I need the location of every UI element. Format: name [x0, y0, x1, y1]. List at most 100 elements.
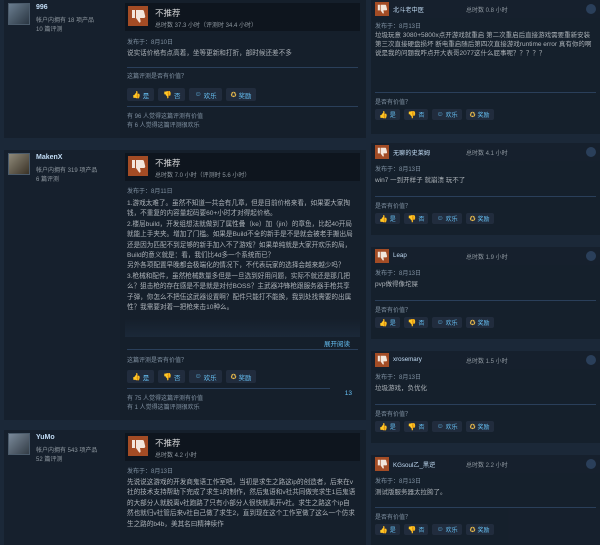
review-text: 垃圾玩意 3080+5800x点开游戏就重启 第二次重启后直接游戏需要重新安装 … — [375, 32, 592, 57]
award-icon: ✪ — [230, 373, 237, 381]
vote-yes-label: 是 — [389, 321, 396, 327]
vote-header[interactable]: 不推荐 总时数 7.0 小时（评测时 5.6 小时） — [125, 153, 360, 181]
vote-yes-button[interactable]: 👍 是 — [375, 109, 400, 120]
vote-no-button[interactable]: 👎 否 — [158, 88, 186, 101]
products-owned[interactable]: 帐户内拥有 319 项产品 — [36, 165, 97, 174]
vote-yes-label: 是 — [142, 374, 150, 382]
review-header[interactable]: 无聊的史莱姆 总时数 4.1 小时 — [371, 143, 600, 161]
vote-funny-label: 欢乐 — [203, 374, 217, 382]
award-button[interactable]: ✪ 奖励 — [225, 370, 257, 383]
steam-icon — [586, 355, 596, 365]
vote-yes-button[interactable]: 👍 是 — [127, 370, 155, 383]
thumbs-down-icon: 👎 — [407, 423, 417, 431]
posted-date: 发布于：8月13日 — [375, 479, 422, 485]
vote-buttons: 👍 是 👎 否 ☺ 欢乐 ✪ 奖励 — [375, 317, 494, 328]
products-owned[interactable]: 帐户内拥有 18 项产品 — [36, 15, 94, 24]
reviewer-panel: MakenX 帐户内拥有 319 项产品 6 篇评测 — [4, 150, 120, 420]
funny-stat: 有 1 人觉得这篇评测很欢乐 — [127, 405, 200, 411]
vote-no-button[interactable]: 👎 否 — [403, 317, 429, 328]
avatar[interactable] — [8, 3, 30, 25]
award-button[interactable]: ✪ 奖励 — [465, 213, 494, 224]
award-label: 奖励 — [477, 217, 490, 223]
vote-yes-button[interactable]: 👍 是 — [375, 317, 400, 328]
comment-count[interactable]: 13 — [345, 390, 352, 397]
vote-funny-button[interactable]: ☺ 欢乐 — [189, 370, 222, 383]
vote-funny-button[interactable]: ☺ 欢乐 — [432, 317, 462, 328]
vote-no-button[interactable]: 👎 否 — [403, 213, 429, 224]
divider — [375, 92, 596, 93]
review-header[interactable]: xrosemary 总时数 1.5 小时 — [371, 351, 600, 369]
vote-yes-button[interactable]: 👍 是 — [127, 88, 155, 101]
vote-funny-button[interactable]: ☺ 欢乐 — [432, 213, 462, 224]
award-label: 奖励 — [477, 528, 490, 534]
vote-buttons: 👍 是 👎 否 ☺ 欢乐 ✪ 奖励 — [375, 109, 494, 120]
review-card: KGsoul乙_黑逆 总时数 2.2 小时 发布于：8月13日 测试版服务器太拉… — [371, 455, 600, 545]
thumbs-up-icon: 👍 — [379, 526, 388, 534]
vote-yes-label: 是 — [142, 92, 150, 100]
reviewer-name[interactable]: MakenX — [36, 154, 62, 161]
reviewer-name[interactable]: 无聊的史莱姆 — [393, 148, 430, 157]
award-button[interactable]: ✪ 奖励 — [465, 421, 494, 432]
vote-no-button[interactable]: 👎 否 — [403, 109, 429, 120]
vote-funny-label: 欢乐 — [445, 528, 458, 534]
vote-funny-button[interactable]: ☺ 欢乐 — [432, 109, 462, 120]
award-button[interactable]: ✪ 奖励 — [465, 317, 494, 328]
vote-no-button[interactable]: 👎 否 — [403, 421, 429, 432]
vote-yes-button[interactable]: 👍 是 — [375, 213, 400, 224]
vote-no-button[interactable]: 👎 否 — [403, 524, 429, 535]
posted-date: 发布于：8月13日 — [375, 24, 422, 30]
vote-funny-button[interactable]: ☺ 欢乐 — [432, 524, 462, 535]
helpful-question: 这篇评测是否有价值？ — [127, 74, 188, 80]
award-button[interactable]: ✪ 奖励 — [225, 88, 257, 101]
review-content: 不推荐 总时数 4.2 小时 发布于：8月13日 先说说这游戏的开发商鬼语工作室… — [125, 430, 360, 545]
reviewer-name[interactable]: KGsoul乙_黑逆 — [393, 460, 435, 469]
thumbs-down-icon — [375, 457, 389, 471]
award-button[interactable]: ✪ 奖励 — [465, 109, 494, 120]
thumbs-down-icon: 👎 — [163, 373, 172, 381]
vote-no-button[interactable]: 👎 否 — [158, 370, 186, 383]
vote-yes-button[interactable]: 👍 是 — [375, 524, 400, 535]
thumbs-up-icon: 👍 — [379, 423, 388, 431]
vote-header[interactable]: 不推荐 总时数 4.2 小时 — [125, 433, 360, 461]
review-count[interactable]: 6 篇评测 — [36, 174, 59, 183]
review-card: Leap 总时数 1.9 小时 发布于：8月13日 pvp做得像坨屎 是否有价值… — [371, 247, 600, 339]
avatar[interactable] — [8, 433, 30, 455]
reviewer-panel: 996 帐户内拥有 18 项产品 10 篇评测 — [4, 0, 120, 138]
vote-header[interactable]: 不推荐 总时数 37.3 小时（评测时 34.4 小时） — [125, 3, 360, 31]
smile-icon: ☺ — [436, 111, 444, 118]
thumbs-down-icon — [375, 2, 389, 16]
review-header[interactable]: KGsoul乙_黑逆 总时数 2.2 小时 — [371, 455, 600, 473]
award-icon: ✪ — [469, 423, 476, 431]
posted-date: 发布于：8月10日 — [127, 40, 174, 46]
playtime: 总时数 2.2 小时 — [466, 463, 508, 469]
thumbs-down-icon — [375, 353, 389, 367]
thumbs-down-icon: 👎 — [407, 215, 417, 223]
reviewer-name[interactable]: Leap — [393, 252, 407, 259]
vote-no-label: 否 — [173, 92, 181, 100]
review-card: xrosemary 总时数 1.5 小时 发布于：8月13日 垃圾游戏，负优化 … — [371, 351, 600, 443]
vote-funny-button[interactable]: ☺ 欢乐 — [189, 88, 222, 101]
vote-buttons: 👍 是 👎 否 ☺ 欢乐 ✪ 奖励 — [127, 88, 257, 101]
reviewer-name[interactable]: 996 — [36, 4, 48, 11]
divider — [375, 196, 596, 197]
review-header[interactable]: 北斗老中医 总时数 0.8 小时 — [371, 0, 600, 18]
review-card: MakenX 帐户内拥有 319 项产品 6 篇评测 不推荐 总时数 7.0 小… — [4, 150, 366, 420]
reviewer-name[interactable]: YuMo — [36, 434, 55, 441]
vote-yes-button[interactable]: 👍 是 — [375, 421, 400, 432]
award-button[interactable]: ✪ 奖励 — [465, 524, 494, 535]
products-owned[interactable]: 帐户内拥有 543 项产品 — [36, 445, 97, 454]
playtime: 总时数 7.0 小时（评测时 5.6 小时） — [155, 173, 251, 179]
review-count[interactable]: 52 篇评测 — [36, 454, 62, 463]
vote-funny-label: 欢乐 — [445, 425, 458, 431]
avatar[interactable] — [8, 153, 30, 175]
thumbs-down-icon: 👎 — [407, 526, 417, 534]
review-header[interactable]: Leap 总时数 1.9 小时 — [371, 247, 600, 265]
review-count[interactable]: 10 篇评测 — [36, 24, 62, 33]
reviewer-name[interactable]: 北斗老中医 — [393, 5, 424, 14]
reviewer-name[interactable]: xrosemary — [393, 356, 422, 363]
expand-link[interactable]: 展开阅读 — [324, 338, 350, 348]
smile-icon: ☺ — [436, 423, 444, 430]
vote-funny-button[interactable]: ☺ 欢乐 — [432, 421, 462, 432]
award-label: 奖励 — [238, 92, 252, 100]
vote-yes-label: 是 — [389, 113, 396, 119]
